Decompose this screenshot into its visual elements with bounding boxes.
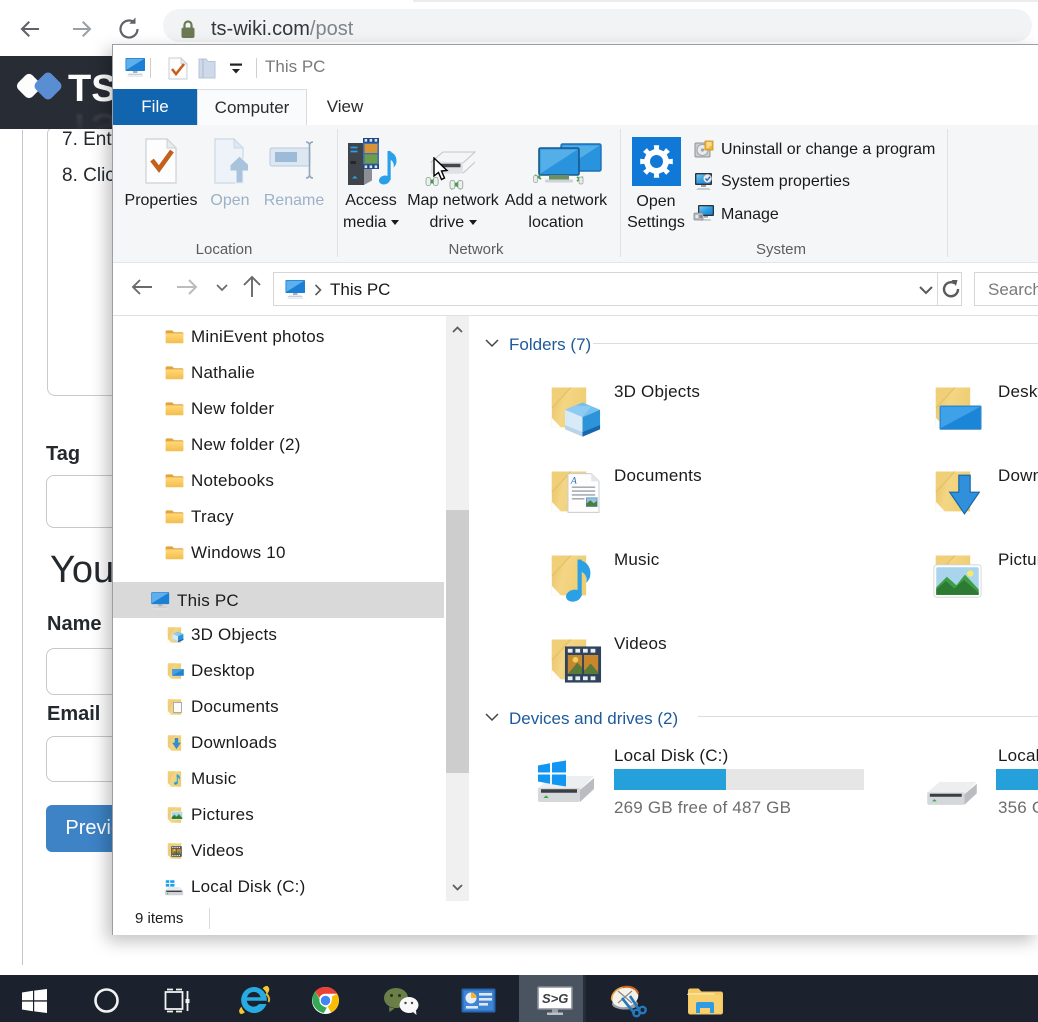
svg-text:S>G: S>G (542, 991, 568, 1006)
